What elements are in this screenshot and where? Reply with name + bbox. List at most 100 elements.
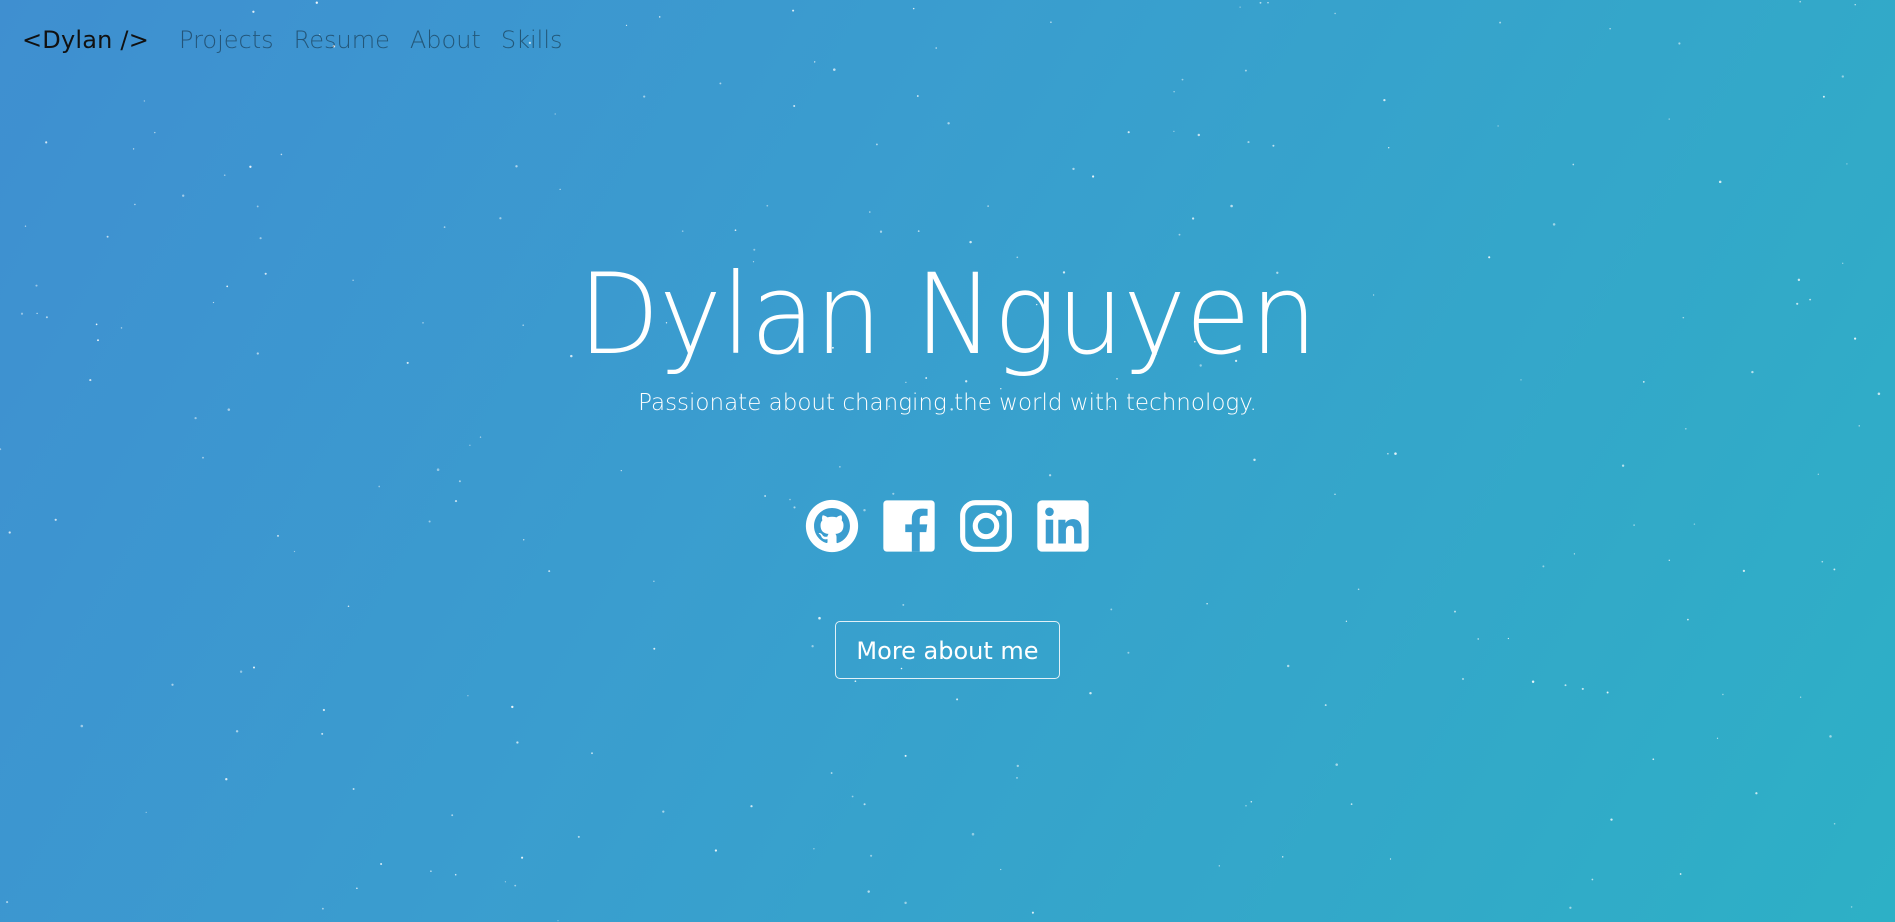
star-dot	[80, 724, 84, 728]
star-dot	[879, 230, 883, 233]
star-dot	[1250, 801, 1253, 803]
nav-link-skills[interactable]: Skills	[501, 26, 563, 54]
star-dot	[106, 235, 109, 238]
star-dot	[321, 907, 324, 910]
star-dot	[499, 217, 502, 220]
star-dot	[875, 143, 878, 146]
star-dot	[321, 732, 324, 735]
instagram-icon[interactable]	[958, 498, 1014, 554]
star-dot	[1247, 141, 1250, 144]
brand-logo[interactable]: <Dylan />	[22, 26, 149, 54]
star-dot	[987, 205, 989, 207]
star-dot	[1388, 147, 1390, 149]
star-dot	[813, 848, 815, 850]
star-dot	[504, 881, 506, 883]
star-dot	[511, 705, 514, 709]
star-dot	[1678, 42, 1681, 45]
star-dot	[134, 203, 136, 206]
star-dot	[515, 165, 518, 168]
star-dot	[851, 795, 854, 798]
star-dot	[356, 887, 358, 890]
star-dot	[1609, 28, 1611, 30]
star-dot	[1016, 777, 1018, 779]
star-dot	[867, 890, 870, 893]
star-dot	[969, 240, 972, 244]
star-dot	[1822, 95, 1825, 98]
star-dot	[1531, 680, 1535, 684]
star-dot	[1244, 69, 1247, 72]
star-dot	[280, 153, 283, 156]
star-dot	[1272, 144, 1275, 147]
star-dot	[1591, 878, 1594, 881]
star-dot	[45, 141, 48, 144]
star-dot	[451, 814, 454, 817]
nav-link-resume[interactable]: Resume	[294, 26, 390, 54]
star-dot	[1755, 792, 1758, 795]
star-dot	[719, 82, 722, 85]
star-dot	[443, 226, 446, 228]
star-dot	[1173, 130, 1175, 133]
star-dot	[225, 778, 228, 781]
star-dot	[1389, 858, 1392, 860]
star-dot	[947, 122, 950, 125]
linkedin-icon[interactable]	[1035, 498, 1091, 554]
star-dot	[1679, 873, 1682, 875]
star-dot	[714, 849, 718, 852]
star-dot	[171, 683, 174, 686]
star-dot	[643, 95, 646, 98]
star-dot	[1799, 0, 1802, 3]
star-dot	[1716, 737, 1719, 739]
star-dot	[917, 230, 920, 232]
star-dot	[1281, 856, 1284, 858]
star-dot	[814, 61, 816, 63]
star-dot	[1606, 691, 1609, 694]
star-dot	[1799, 696, 1802, 698]
star-dot	[514, 884, 517, 887]
navbar: <Dylan /> Projects Resume About Skills	[22, 22, 582, 58]
star-dot	[830, 772, 833, 774]
star-dot	[1324, 704, 1327, 707]
star-dot	[869, 211, 871, 213]
star-dot	[1016, 764, 1019, 768]
star-dot	[1127, 131, 1130, 134]
star-dot	[1610, 818, 1613, 821]
star-dot	[1850, 906, 1853, 908]
star-dot	[971, 832, 975, 836]
star-dot	[793, 104, 796, 108]
star-dot	[1854, 4, 1856, 6]
facebook-icon[interactable]	[881, 498, 937, 554]
star-dot	[1718, 180, 1722, 184]
star-dot	[559, 188, 561, 190]
star-dot	[577, 835, 580, 838]
star-dot	[256, 205, 259, 208]
star-dot	[1092, 175, 1095, 178]
star-dot	[132, 148, 135, 150]
github-icon[interactable]	[804, 498, 860, 554]
star-dot	[1239, 6, 1241, 8]
more-about-me-button[interactable]: More about me	[835, 621, 1060, 679]
star-dot	[430, 870, 432, 873]
star-dot	[1383, 98, 1386, 102]
nav-link-projects[interactable]: Projects	[179, 26, 274, 54]
star-dot	[1218, 865, 1220, 867]
star-dot	[1652, 758, 1655, 761]
star-dot	[1000, 868, 1002, 871]
hero-section: Dylan Nguyen Passionate about changing t…	[0, 250, 1895, 679]
star-dot	[935, 47, 937, 49]
nav-link-about[interactable]: About	[410, 26, 481, 54]
star-dot	[1178, 233, 1181, 236]
star-dot	[1245, 805, 1247, 807]
star-dot	[591, 752, 593, 755]
star-dot	[223, 174, 226, 177]
star-dot	[249, 165, 252, 168]
star-dot	[252, 10, 255, 13]
star-dot	[557, 920, 559, 922]
star-dot	[1181, 78, 1184, 81]
star-dot	[1722, 693, 1724, 696]
star-dot	[235, 730, 239, 733]
star-dot	[1031, 911, 1034, 914]
star-dot	[870, 854, 873, 857]
star-dot	[1191, 217, 1195, 220]
star-dot	[1334, 12, 1336, 15]
hero-title: Dylan Nguyen	[578, 249, 1317, 380]
